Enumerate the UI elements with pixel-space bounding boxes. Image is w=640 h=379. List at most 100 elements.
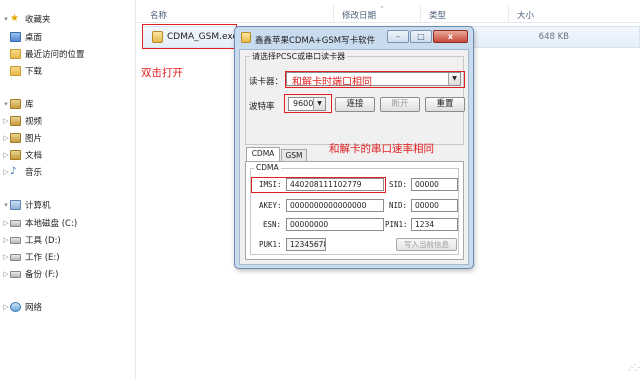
akey-label: AKEY: xyxy=(259,201,282,210)
sidebar-item-drive-e[interactable]: ▷ 工作 (E:) xyxy=(2,250,60,264)
pin1-label: PIN1: xyxy=(385,220,408,229)
column-type[interactable]: 类型 xyxy=(429,9,446,21)
file-size: 648 KB xyxy=(538,32,569,42)
sidebar-item-documents[interactable]: ▷ 文档 xyxy=(2,148,42,162)
sidebar-item-drive-c[interactable]: ▷ 本地磁盘 (C:) xyxy=(2,216,77,230)
cdma-tab-panel: CDMA IMSI: 440208111102779 SID: 00000 AK… xyxy=(245,161,464,260)
disconnect-button[interactable]: 断开 xyxy=(380,97,420,112)
sidebar-item-computer[interactable]: ▾ 计算机 xyxy=(2,198,51,212)
app-icon xyxy=(241,32,251,43)
puk1-label: PUK1: xyxy=(259,240,282,249)
column-divider[interactable] xyxy=(333,5,334,22)
annotation-double-click: 双击打开 xyxy=(141,67,183,79)
sidebar-item-label: 图片 xyxy=(25,134,43,144)
recent-places-icon xyxy=(10,49,21,59)
baud-label: 波特率 xyxy=(249,102,275,112)
sid-field[interactable]: 00000 xyxy=(411,178,458,191)
music-icon: ♪ xyxy=(10,166,17,177)
card-writer-dialog: 鑫鑫苹果CDMA+GSM写卡软件 – □ x 请选择PCSC或串口读卡器 读卡器… xyxy=(234,26,474,269)
nid-label: NID: xyxy=(389,201,408,210)
dialog-client-area: 请选择PCSC或串口读卡器 读卡器： 和解卡时端口相同 ▼ 波特率 9600 ▼… xyxy=(239,49,469,265)
collapse-arrow-icon[interactable]: ▾ xyxy=(2,15,10,23)
drive-icon xyxy=(10,219,21,227)
sidebar-item-label: 备份 (F:) xyxy=(25,270,59,280)
collapse-arrow-icon[interactable]: ▾ xyxy=(2,100,10,108)
sidebar-item-label: 收藏夹 xyxy=(25,15,51,25)
expand-arrow-icon[interactable]: ▷ xyxy=(2,117,10,125)
sidebar-item-recent-places[interactable]: 最近访问的位置 xyxy=(10,47,85,61)
sidebar-item-label: 工作 (E:) xyxy=(25,253,60,263)
cdma-group-title: CDMA xyxy=(254,163,281,172)
sidebar-item-label: 库 xyxy=(25,100,34,110)
minimize-button[interactable]: – xyxy=(387,30,409,43)
computer-icon xyxy=(10,200,21,210)
network-icon xyxy=(10,302,21,312)
sidebar-item-libraries[interactable]: ▾ 库 xyxy=(2,97,34,111)
cdma-groupbox: CDMA IMSI: 440208111102779 SID: 00000 AK… xyxy=(250,163,459,255)
sidebar-item-label: 网络 xyxy=(25,303,43,313)
navigation-pane: ▾ ★ 收藏夹 桌面 最近访问的位置 下载 ▾ 库 ▷ 视频 ▷ 图片 ▷ 文档… xyxy=(0,0,136,379)
sidebar-item-videos[interactable]: ▷ 视频 xyxy=(2,114,42,128)
column-divider[interactable] xyxy=(508,5,509,22)
tab-cdma[interactable]: CDMA xyxy=(246,147,280,162)
expand-arrow-icon[interactable]: ▷ xyxy=(2,270,10,278)
desktop-icon xyxy=(10,32,21,42)
expand-arrow-icon[interactable]: ▷ xyxy=(2,303,10,311)
drive-icon xyxy=(10,236,21,244)
column-modified[interactable]: 修改日期 xyxy=(342,9,376,21)
videos-icon xyxy=(10,116,21,126)
column-name[interactable]: 名称 xyxy=(150,9,167,21)
star-icon: ★ xyxy=(10,13,19,24)
file-list-header: ⌃ 名称 修改日期 类型 大小 xyxy=(137,5,640,23)
connect-button[interactable]: 连接 xyxy=(335,97,375,112)
annotation-baud: 和解卡的串口速率相同 xyxy=(329,143,434,155)
sidebar-item-favorites[interactable]: ▾ ★ 收藏夹 xyxy=(2,12,51,26)
expand-arrow-icon[interactable]: ▷ xyxy=(2,151,10,159)
sid-label: SID: xyxy=(389,180,408,189)
sidebar-item-label: 最近访问的位置 xyxy=(25,50,85,60)
dialog-titlebar[interactable]: 鑫鑫苹果CDMA+GSM写卡软件 – □ x xyxy=(235,27,473,49)
imsi-highlight-box xyxy=(251,177,386,193)
maximize-button[interactable]: □ xyxy=(410,30,432,43)
sidebar-item-label: 文档 xyxy=(25,151,43,161)
sidebar-item-network[interactable]: ▷ 网络 xyxy=(2,300,42,314)
column-size[interactable]: 大小 xyxy=(517,9,534,21)
esn-field[interactable]: 00000000 xyxy=(286,218,384,231)
sidebar-item-label: 桌面 xyxy=(25,33,43,43)
expand-arrow-icon[interactable]: ▷ xyxy=(2,236,10,244)
expand-arrow-icon[interactable]: ▷ xyxy=(2,253,10,261)
sidebar-item-label: 视频 xyxy=(25,117,43,127)
expand-arrow-icon[interactable]: ▷ xyxy=(2,168,10,176)
file-highlight-box xyxy=(142,24,237,49)
expand-arrow-icon[interactable]: ▷ xyxy=(2,219,10,227)
drive-icon xyxy=(10,253,21,261)
reader-label: 读卡器： xyxy=(249,77,284,87)
puk1-field[interactable]: 12345678 xyxy=(286,238,326,251)
documents-icon xyxy=(10,150,21,160)
expand-arrow-icon[interactable]: ▷ xyxy=(2,134,10,142)
resize-grip-icon[interactable]: ⋰⋰ xyxy=(628,363,640,372)
pin1-field[interactable]: 1234 xyxy=(411,218,458,231)
sidebar-item-desktop[interactable]: 桌面 xyxy=(10,30,42,44)
sidebar-item-label: 工具 (D:) xyxy=(25,236,61,246)
reset-button[interactable]: 重置 xyxy=(425,97,465,112)
esn-label: ESN: xyxy=(263,220,282,229)
sidebar-item-pictures[interactable]: ▷ 图片 xyxy=(2,131,42,145)
sidebar-item-drive-d[interactable]: ▷ 工具 (D:) xyxy=(2,233,61,247)
collapse-arrow-icon[interactable]: ▾ xyxy=(2,201,10,209)
sidebar-item-music[interactable]: ▷ ♪ 音乐 xyxy=(2,165,42,179)
sidebar-item-label: 音乐 xyxy=(25,168,43,178)
sidebar-item-drive-f[interactable]: ▷ 备份 (F:) xyxy=(2,267,58,281)
downloads-icon xyxy=(10,66,21,76)
sidebar-item-label: 计算机 xyxy=(25,201,51,211)
reader-groupbox: 请选择PCSC或串口读卡器 读卡器： 和解卡时端口相同 ▼ 波特率 9600 ▼… xyxy=(245,51,465,145)
akey-field[interactable]: 0000000000000000 xyxy=(286,199,384,212)
write-current-info-button[interactable]: 写入当前信息 xyxy=(396,238,457,251)
column-divider[interactable] xyxy=(420,5,421,22)
reader-highlight-box xyxy=(285,71,465,88)
library-icon xyxy=(10,99,21,109)
close-button[interactable]: x xyxy=(433,30,468,43)
nid-field[interactable]: 00000 xyxy=(411,199,458,212)
sidebar-item-downloads[interactable]: 下载 xyxy=(10,64,42,78)
dialog-title: 鑫鑫苹果CDMA+GSM写卡软件 xyxy=(255,36,376,46)
